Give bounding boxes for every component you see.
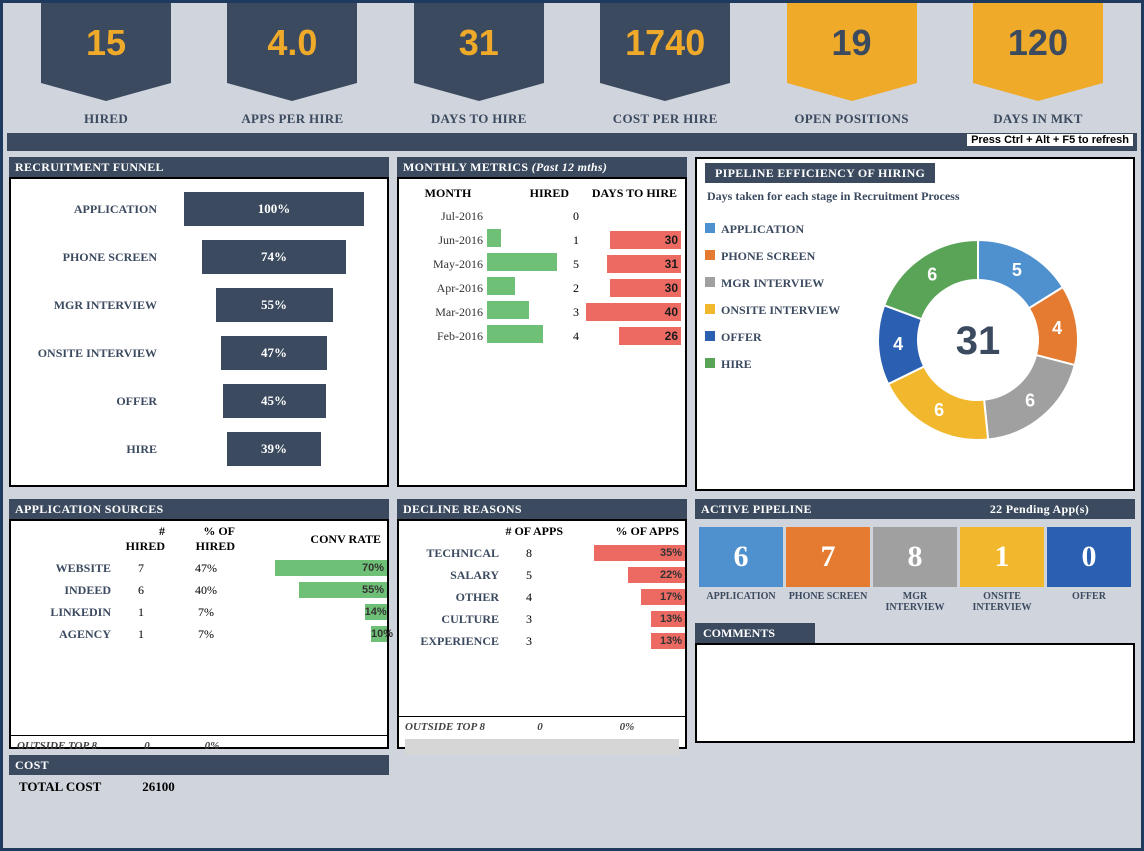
pipeline-label: PHONE SCREEN <box>786 591 870 613</box>
decline-row: SALARY5 22% <box>399 564 685 586</box>
kpi-value: 31 <box>414 3 544 83</box>
comments-title: COMMENTS <box>695 623 815 643</box>
donut-legend: APPLICATION PHONE SCREEN MGR INTERVIEW ONSI… <box>705 210 840 470</box>
monthly-title: MONTHLY METRICS (Past 12 mths) <box>397 157 687 177</box>
funnel-row: MGR INTERVIEW 55% <box>17 281 381 329</box>
kpi-days-to-hire: 31 DAYS TO HIRE <box>394 3 564 127</box>
kpi-cost-per-hire: 1740 COST PER HIRE <box>580 3 750 127</box>
refresh-hint: Press Ctrl + Alt + F5 to refresh <box>967 134 1133 146</box>
active-panel: ACTIVE PIPELINE 22 Pending App(s) 67810 … <box>695 499 1135 799</box>
kpi-value: 120 <box>973 3 1103 83</box>
funnel-row: APPLICATION 100% <box>17 185 381 233</box>
pipeline-cell: 7 <box>786 527 870 587</box>
cost-row: TOTAL COST 26100 <box>9 775 389 799</box>
separator-bar: Press Ctrl + Alt + F5 to refresh <box>7 133 1137 151</box>
donut-panel: PIPELINE EFFICIENCY OF HIRING Days taken… <box>695 157 1135 491</box>
pipeline-row: 67810 <box>699 527 1131 587</box>
donut-title: PIPELINE EFFICIENCY OF HIRING <box>705 163 935 183</box>
funnel-row: ONSITE INTERVIEW 47% <box>17 329 381 377</box>
pipeline-label: APPLICATION <box>699 591 783 613</box>
kpi-label: DAYS IN MKT <box>993 111 1083 127</box>
kpi-label: DAYS TO HIRE <box>431 111 527 127</box>
comments-box[interactable] <box>695 643 1135 743</box>
decline-row: EXPERIENCE3 13% <box>399 630 685 652</box>
kpi-value: 4.0 <box>227 3 357 83</box>
kpi-label: COST PER HIRE <box>613 111 718 127</box>
legend-item: APPLICATION <box>705 222 840 237</box>
source-row: LINKEDIN17% 14% <box>11 601 387 623</box>
decline-row: OTHER4 17% <box>399 586 685 608</box>
svg-text:4: 4 <box>1052 318 1062 338</box>
funnel-panel: RECRUITMENT FUNNEL APPLICATION 100% PHON… <box>9 157 389 491</box>
declines-title: DECLINE REASONS <box>397 499 687 519</box>
monthly-row: Mar-2016 3 40 <box>403 300 681 324</box>
monthly-row: Apr-2016 2 30 <box>403 276 681 300</box>
kpi-open-positions: 19 OPEN POSITIONS <box>767 3 937 127</box>
pipeline-label: OFFER <box>1047 591 1131 613</box>
sources-panel: APPLICATION SOURCES # HIRED % OF HIREDCO… <box>9 499 389 799</box>
kpi-value: 15 <box>41 3 171 83</box>
funnel-row: PHONE SCREEN 74% <box>17 233 381 281</box>
sources-header: # HIRED % OF HIREDCONV RATE <box>11 521 387 557</box>
svg-text:5: 5 <box>1012 260 1022 280</box>
pipeline-label: MGR INTERVIEW <box>873 591 957 613</box>
kpi-hired: 15 HIRED <box>21 3 191 127</box>
pipeline-cell: 0 <box>1047 527 1131 587</box>
kpi-label: OPEN POSITIONS <box>794 111 908 127</box>
sources-title: APPLICATION SOURCES <box>9 499 389 519</box>
monthly-header: MONTH HIRED DAYS TO HIRE <box>403 183 681 204</box>
svg-text:6: 6 <box>934 400 944 420</box>
donut-center: 31 <box>956 319 1001 363</box>
declines-panel: DECLINE REASONS # OF APPS % OF APPS TECH… <box>397 499 687 799</box>
kpi-apps-per-hire: 4.0 APPS PER HIRE <box>207 3 377 127</box>
svg-text:6: 6 <box>1025 391 1035 411</box>
decline-row: CULTURE3 13% <box>399 608 685 630</box>
kpi-days-in-mkt: 120 DAYS IN MKT <box>953 3 1123 127</box>
kpi-label: APPS PER HIRE <box>241 111 343 127</box>
monthly-row: Feb-2016 4 26 <box>403 324 681 348</box>
kpi-value: 19 <box>787 3 917 83</box>
kpi-label: HIRED <box>84 111 128 127</box>
donut-chart: 5 4 6 6 4 6 31 <box>848 210 1108 470</box>
declines-header: # OF APPS % OF APPS <box>399 521 685 542</box>
funnel-row: OFFER 45% <box>17 377 381 425</box>
source-row: INDEED640% 55% <box>11 579 387 601</box>
legend-item: ONSITE INTERVIEW <box>705 303 840 318</box>
monthly-row: May-2016 5 31 <box>403 252 681 276</box>
declines-outside: OUTSIDE TOP 8 0 0% <box>399 716 685 737</box>
pipeline-cell: 6 <box>699 527 783 587</box>
cost-title: COST <box>9 755 389 775</box>
funnel-title: RECRUITMENT FUNNEL <box>9 157 389 177</box>
monthly-panel: MONTHLY METRICS (Past 12 mths) MONTH HIR… <box>397 157 687 491</box>
kpi-value: 1740 <box>600 3 730 83</box>
sources-outside: OUTSIDE TOP 8 0 0% <box>11 735 387 756</box>
legend-item: MGR INTERVIEW <box>705 276 840 291</box>
source-row: AGENCY17% 10% <box>11 623 387 645</box>
svg-text:6: 6 <box>928 264 938 284</box>
kpi-row: 15 HIRED 4.0 APPS PER HIRE 31 DAYS TO HI… <box>3 3 1141 127</box>
pipeline-cell: 8 <box>873 527 957 587</box>
legend-item: HIRE <box>705 357 840 372</box>
monthly-row: Jun-2016 1 30 <box>403 228 681 252</box>
decline-row: TECHNICAL8 35% <box>399 542 685 564</box>
pipeline-cell: 1 <box>960 527 1044 587</box>
pipeline-label: ONSITE INTERVIEW <box>960 591 1044 613</box>
svg-text:4: 4 <box>893 334 903 354</box>
funnel-row: HIRE 39% <box>17 425 381 473</box>
legend-item: PHONE SCREEN <box>705 249 840 264</box>
monthly-row: Jul-2016 0 <box>403 204 681 228</box>
donut-subtitle: Days taken for each stage in Recruitment… <box>707 189 1123 204</box>
source-row: WEBSITE747% 70% <box>11 557 387 579</box>
legend-item: OFFER <box>705 330 840 345</box>
active-title: ACTIVE PIPELINE 22 Pending App(s) <box>695 499 1135 519</box>
